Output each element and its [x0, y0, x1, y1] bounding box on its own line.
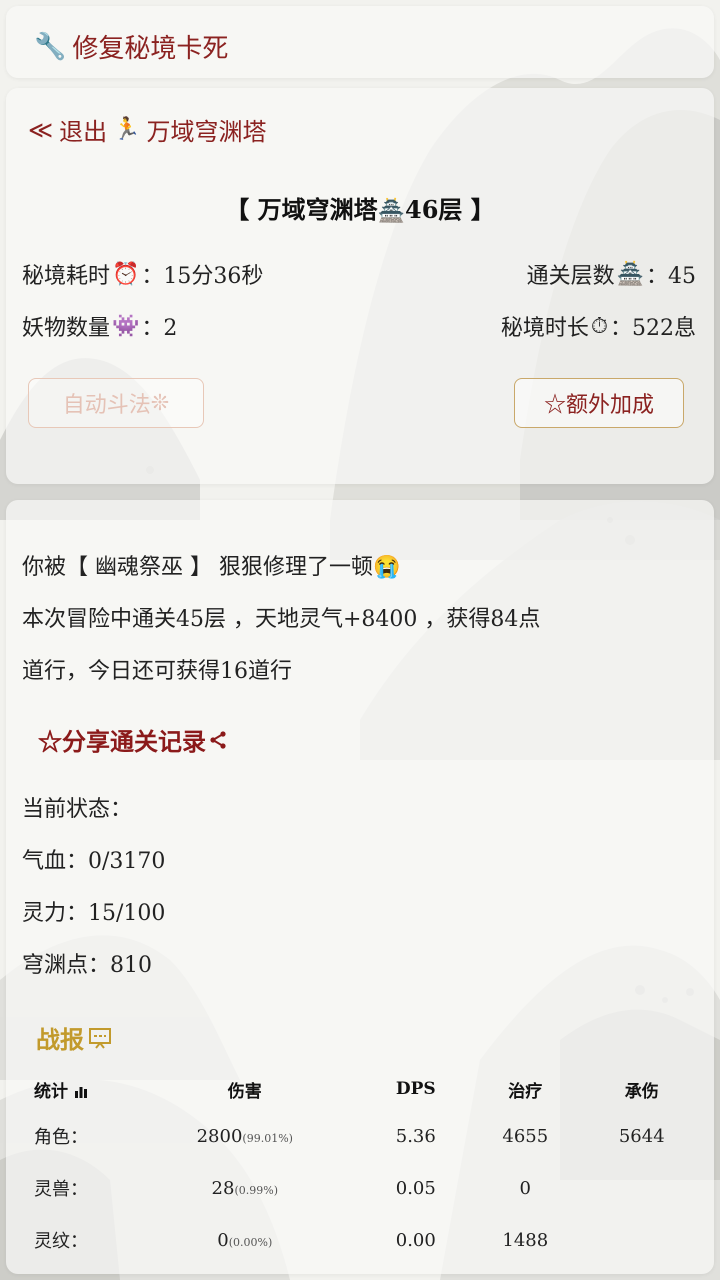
- tower-title-text: 【 万域穹渊塔: [225, 195, 378, 224]
- auto-battle-label: 自动斗法: [62, 393, 151, 418]
- header-stats: 统计: [20, 1068, 125, 1110]
- damage-value: 2800: [196, 1125, 243, 1147]
- wrench-icon: 🔧: [34, 31, 67, 62]
- extra-bonus-label: ☆额外加成: [543, 393, 654, 418]
- duration-label: 秘境时长: [500, 316, 589, 341]
- table-row: 角色： 2800(99.01%) 5.36 4655 5644: [20, 1110, 700, 1162]
- duration-value: ：522息: [610, 316, 696, 341]
- alien-monster-icon: 👾: [112, 313, 140, 339]
- mana-value: 灵力：15/100: [22, 901, 166, 926]
- damage-percent: (0.00%): [228, 1235, 273, 1249]
- heal-cell: 0: [519, 1177, 531, 1199]
- floors-label: 通关层数: [526, 264, 615, 289]
- abyss-points-value: 穹渊点：810: [22, 953, 152, 978]
- status-title: 当前状态：: [22, 797, 133, 822]
- tower-floor-title: 【 万域穹渊塔🏯46层 】: [6, 190, 714, 225]
- heal-cell: 1488: [502, 1229, 549, 1251]
- damage-cell: 2800(99.01%): [125, 1110, 365, 1162]
- stopwatch-icon: ⏱: [590, 313, 608, 339]
- row-name: 灵兽：: [34, 1179, 88, 1200]
- damage-percent: (99.01%): [242, 1131, 293, 1145]
- alarm-clock-icon: ⏰: [112, 261, 140, 287]
- damage-cell: 0(0.00%): [125, 1214, 365, 1266]
- adventure-log: 你被【 幽魂祭巫 】 狠狠修理了一顿😭 本次冒险中通关45层 ，天地灵气+840…: [22, 542, 700, 698]
- extra-bonus-button[interactable]: ☆额外加成: [514, 378, 684, 428]
- battle-stats-table: 统计 伤害 DPS 治疗 承伤 角色： 2800(99.01%) 5.36 46…: [20, 1068, 700, 1266]
- fix-card: 🔧 修复秘境卡死: [6, 6, 714, 78]
- tower-floor-number: 46层 】: [405, 195, 495, 224]
- current-status: 当前状态： 气血：0/3170 灵力：15/100 穹渊点：810: [22, 784, 165, 992]
- bar-chart-icon: [74, 1086, 87, 1098]
- share-record-button[interactable]: ☆分享通关记录: [38, 722, 228, 757]
- defeat-text: 你被【 幽魂祭巫 】 狠狠修理了一顿: [22, 555, 373, 580]
- exit-button[interactable]: ≪ 退出 🏃 万域穹渊塔: [28, 112, 267, 147]
- fix-stuck-button[interactable]: 🔧 修复秘境卡死: [34, 28, 228, 65]
- dps-cell: 5.36: [395, 1125, 436, 1147]
- damage-cell: 28(0.99%): [125, 1162, 365, 1214]
- row-name: 角色：: [34, 1127, 88, 1148]
- taken-cell: 5644: [618, 1125, 665, 1147]
- reward-message-continued: 道行，今日还可获得16道行: [22, 659, 292, 684]
- crying-face-icon: 😭: [372, 555, 401, 580]
- reward-message: 本次冒险中通关45层 ，天地灵气+8400 ，获得84点: [22, 607, 541, 632]
- floors-value: ：45: [646, 264, 696, 289]
- header-stats-label: 统计: [34, 1081, 68, 1102]
- header-dps: DPS: [395, 1079, 436, 1099]
- dps-cell: 0.05: [395, 1177, 436, 1199]
- monster-count-row: 妖物数量 👾 ：2: [22, 310, 177, 342]
- realm-duration-row: 秘境时长 ⏱ ：522息: [501, 310, 696, 342]
- defeat-message: 你被【 幽魂祭巫 】 狠狠修理了一顿😭: [22, 542, 700, 594]
- double-chevron-left-icon: ≪: [28, 115, 54, 144]
- auto-battle-button[interactable]: 自动斗法 ❊: [28, 378, 204, 428]
- fix-stuck-label: 修复秘境卡死: [72, 34, 229, 64]
- elapsed-value: ：15分36秒: [141, 264, 264, 289]
- header-taken: 承伤: [624, 1081, 659, 1102]
- pagoda-icon: 🏯: [616, 261, 644, 287]
- damage-value: 28: [211, 1177, 235, 1199]
- header-heal: 治疗: [508, 1081, 543, 1102]
- battle-report-title: 战报: [36, 1020, 112, 1055]
- monsters-value: ：2: [141, 316, 178, 341]
- realm-info-card: ≪ 退出 🏃 万域穹渊塔 【 万域穹渊塔🏯46层 】 秘境耗时 ⏰ ：15分36…: [6, 88, 714, 484]
- monsters-label: 妖物数量: [22, 316, 111, 341]
- hp-value: 气血：0/3170: [22, 849, 166, 874]
- adventure-log-card: 你被【 幽魂祭巫 】 狠狠修理了一顿😭 本次冒险中通关45层 ，天地灵气+840…: [6, 500, 714, 1274]
- sparkle-icon: ❊: [150, 390, 170, 416]
- pagoda-icon: 🏯: [377, 198, 405, 224]
- realm-name: 万域穹渊塔: [146, 118, 267, 146]
- running-person-icon: 🏃: [113, 117, 141, 142]
- table-header-row: 统计 伤害 DPS 治疗 承伤: [20, 1068, 700, 1110]
- battle-report-label: 战报: [36, 1025, 84, 1054]
- header-damage: 伤害: [227, 1081, 262, 1102]
- share-record-label: ☆分享通关记录: [38, 727, 206, 756]
- taken-cell: [584, 1162, 700, 1214]
- exit-label: 退出: [59, 118, 108, 146]
- damage-value: 0: [217, 1229, 229, 1251]
- share-icon: [210, 730, 226, 749]
- elapsed-time-row: 秘境耗时 ⏰ ：15分36秒: [22, 258, 263, 290]
- table-row: 灵纹： 0(0.00%) 0.00 1488: [20, 1214, 700, 1266]
- damage-percent: (0.99%): [234, 1183, 278, 1197]
- elapsed-label: 秘境耗时: [22, 264, 111, 289]
- presentation-board-icon: [89, 1027, 111, 1049]
- dps-cell: 0.00: [395, 1229, 436, 1251]
- table-row: 灵兽： 28(0.99%) 0.05 0: [20, 1162, 700, 1214]
- cleared-floors-row: 通关层数 🏯 ：45: [527, 258, 696, 290]
- taken-cell: [584, 1214, 700, 1266]
- row-name: 灵纹：: [34, 1231, 88, 1252]
- heal-cell: 4655: [502, 1125, 549, 1147]
